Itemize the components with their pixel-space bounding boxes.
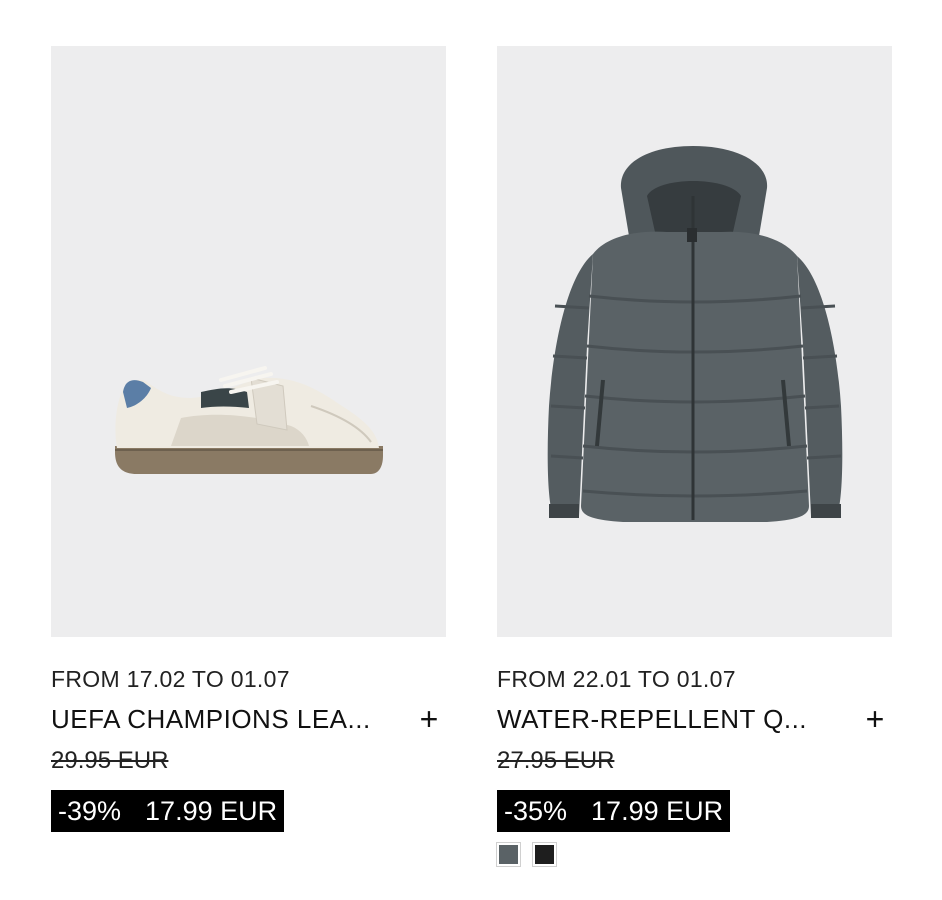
original-price: 29.95 EUR xyxy=(51,747,169,774)
product-image-jacket[interactable] xyxy=(497,46,892,637)
sale-price-badge: -39% 17.99 EUR xyxy=(51,790,285,832)
discount-percent: -35% xyxy=(504,795,568,826)
color-swatch-grey[interactable] xyxy=(496,842,521,867)
sale-price-badge: -35% 17.99 EUR xyxy=(497,790,731,832)
puffer-jacket-image xyxy=(547,146,843,522)
sale-price: 17.99 EUR xyxy=(145,795,278,826)
product-image-sneaker[interactable] xyxy=(51,46,446,637)
plus-icon[interactable]: + xyxy=(414,701,444,737)
color-swatches xyxy=(496,842,557,867)
promo-date-range: FROM 17.02 TO 01.07 xyxy=(51,666,290,692)
promo-date-range: FROM 22.01 TO 01.07 xyxy=(497,666,736,692)
discount-percent: -39% xyxy=(58,795,122,826)
sale-price: 17.99 EUR xyxy=(591,795,724,826)
color-swatch-black[interactable] xyxy=(532,842,557,867)
plus-icon[interactable]: + xyxy=(860,701,890,737)
sneaker-image xyxy=(115,366,383,474)
product-name[interactable]: WATER-REPELLENT Q... xyxy=(497,704,807,735)
original-price: 27.95 EUR xyxy=(497,747,615,774)
product-name[interactable]: UEFA CHAMPIONS LEA... xyxy=(51,704,371,735)
